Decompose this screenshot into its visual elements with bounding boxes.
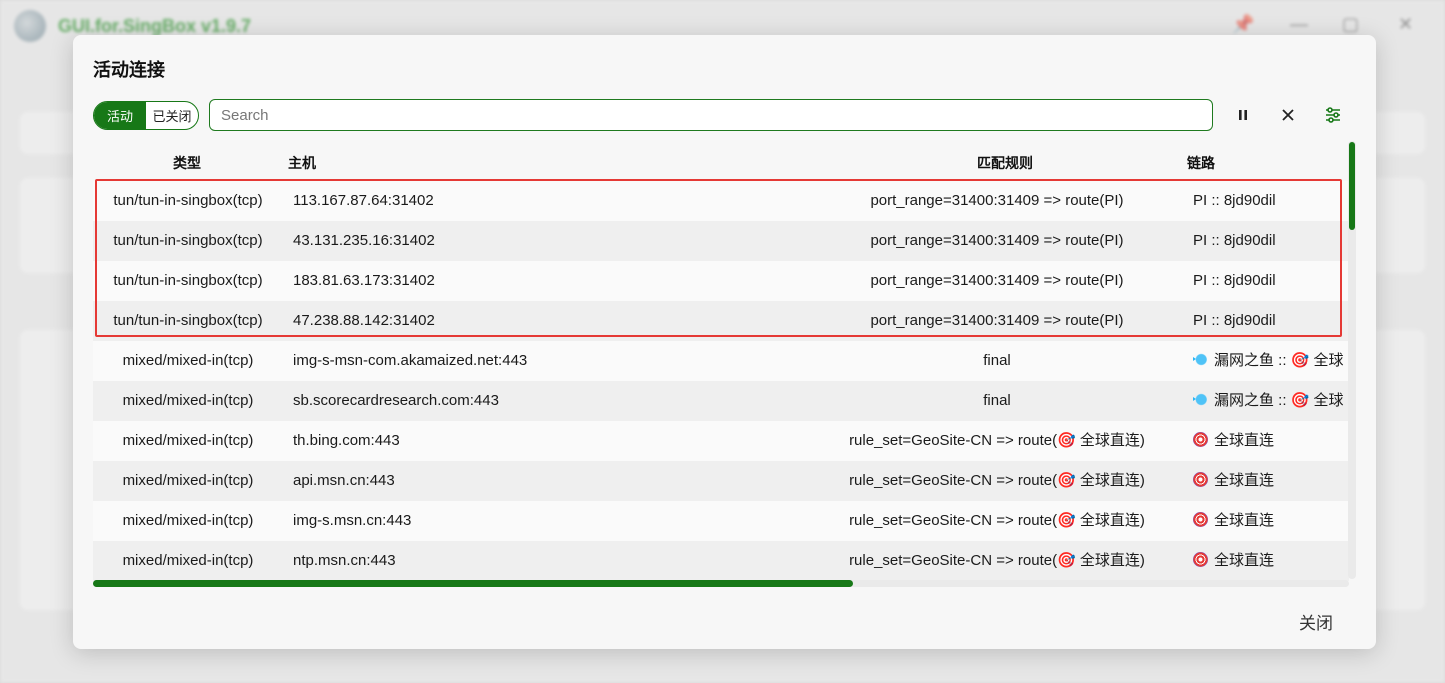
pin-icon[interactable]: 📌 bbox=[1232, 14, 1254, 35]
cell-rule: port_range=31400:31409 => route(PI) bbox=[870, 312, 1124, 329]
chain-label: 全球直连 bbox=[1214, 552, 1275, 569]
header-type[interactable]: 类型 bbox=[173, 153, 201, 173]
vertical-scrollbar-thumb[interactable] bbox=[1349, 142, 1355, 230]
cell-host: 47.238.88.142:31402 bbox=[293, 312, 435, 329]
fish-icon bbox=[1193, 352, 1208, 367]
table-row[interactable]: mixed/mixed-in(tcp) sb.scorecardresearch.… bbox=[93, 381, 1349, 421]
table-row[interactable]: mixed/mixed-in(tcp) api.msn.cn:443 rule_se… bbox=[93, 461, 1349, 501]
cell-chain: PI :: 8jd90dil bbox=[1193, 301, 1349, 341]
cell-rule: rule_set=GeoSite-CN => route(🎯 全球直连) bbox=[849, 552, 1145, 569]
cell-chain: 全球直连 bbox=[1193, 421, 1349, 461]
chain-label: 漏网之鱼 :: 🎯 全球 bbox=[1214, 352, 1344, 369]
table-row[interactable]: tun/tun-in-singbox(tcp) 113.167.87.64:314… bbox=[93, 181, 1349, 221]
cell-host: ntp.msn.cn:443 bbox=[293, 552, 396, 569]
cell-chain: 漏网之鱼 :: 🎯 全球 bbox=[1193, 341, 1349, 381]
cell-chain: PI :: 8jd90dil bbox=[1193, 181, 1349, 221]
table-row[interactable]: mixed/mixed-in(tcp) ntp.msn.cn:443 rule_se… bbox=[93, 541, 1349, 581]
cell-chain: 全球直连 bbox=[1193, 461, 1349, 501]
cell-type: tun/tun-in-singbox(tcp) bbox=[113, 232, 263, 249]
header-host[interactable]: 主机 bbox=[288, 153, 316, 173]
cell-chain: 漏网之鱼 :: 🎯 全球 bbox=[1193, 381, 1349, 421]
search-input[interactable] bbox=[209, 99, 1213, 131]
cell-host: sb.scorecardresearch.com:443 bbox=[293, 392, 499, 409]
table-row[interactable]: mixed/mixed-in(tcp) img-s-msn-com.akamaiz… bbox=[93, 341, 1349, 381]
tab-closed[interactable]: 已关闭 bbox=[146, 102, 198, 129]
pause-icon[interactable] bbox=[1231, 103, 1255, 127]
cell-rule: port_range=31400:31409 => route(PI) bbox=[870, 232, 1124, 249]
cell-rule: rule_set=GeoSite-CN => route(🎯 全球直连) bbox=[849, 432, 1145, 449]
table-row[interactable]: tun/tun-in-singbox(tcp) 47.238.88.142:314… bbox=[93, 301, 1349, 341]
cell-host: api.msn.cn:443 bbox=[293, 472, 395, 489]
minimize-icon[interactable]: — bbox=[1290, 14, 1308, 35]
window-close-icon[interactable]: ✕ bbox=[1398, 14, 1413, 35]
chain-label: 漏网之鱼 :: 🎯 全球 bbox=[1214, 392, 1344, 409]
chain-label: 全球直连 bbox=[1214, 472, 1275, 489]
cell-host: img-s-msn-com.akamaized.net:443 bbox=[293, 352, 528, 369]
app-title: GUI.for.SingBox v1.9.7 bbox=[58, 16, 252, 36]
cell-host: th.bing.com:443 bbox=[293, 432, 400, 449]
horizontal-scrollbar-thumb[interactable] bbox=[93, 580, 853, 587]
cell-type: tun/tun-in-singbox(tcp) bbox=[113, 312, 263, 329]
connection-state-toggle: 活动 已关闭 bbox=[93, 101, 199, 130]
cell-rule: port_range=31400:31409 => route(PI) bbox=[870, 192, 1124, 209]
chain-label: PI :: 8jd90dil bbox=[1193, 312, 1276, 329]
cell-type: mixed/mixed-in(tcp) bbox=[122, 472, 254, 489]
cell-chain: 全球直连 bbox=[1193, 501, 1349, 541]
cell-rule: rule_set=GeoSite-CN => route(🎯 全球直连) bbox=[849, 472, 1145, 489]
table-row[interactable]: tun/tun-in-singbox(tcp) 43.131.235.16:314… bbox=[93, 221, 1349, 261]
close-button[interactable]: 关闭 bbox=[1289, 605, 1343, 638]
table-row[interactable]: mixed/mixed-in(tcp) th.bing.com:443 rule_s… bbox=[93, 421, 1349, 461]
close-icon[interactable] bbox=[1276, 103, 1300, 127]
maximize-icon[interactable]: ▢ bbox=[1342, 14, 1359, 35]
cell-host: 43.131.235.16:31402 bbox=[293, 232, 435, 249]
target-icon bbox=[1193, 552, 1208, 567]
target-icon bbox=[1193, 432, 1208, 447]
cell-chain: PI :: 8jd90dil bbox=[1193, 261, 1349, 301]
fish-icon bbox=[1193, 392, 1208, 407]
connections-table: 类型 主机 匹配规则 链路 tun/tun-in-singbox(tcp) 113… bbox=[93, 141, 1349, 581]
chain-label: PI :: 8jd90dil bbox=[1193, 192, 1276, 209]
cell-host: 183.81.63.173:31402 bbox=[293, 272, 435, 289]
app-logo-icon bbox=[14, 10, 46, 42]
target-icon bbox=[1193, 472, 1208, 487]
cell-chain: PI :: 8jd90dil bbox=[1193, 221, 1349, 261]
cell-type: tun/tun-in-singbox(tcp) bbox=[113, 192, 263, 209]
table-row[interactable]: mixed/mixed-in(tcp) img-s.msn.cn:443 rule_… bbox=[93, 501, 1349, 541]
tab-active[interactable]: 活动 bbox=[94, 102, 146, 129]
cell-type: mixed/mixed-in(tcp) bbox=[122, 432, 254, 449]
chain-label: 全球直连 bbox=[1214, 512, 1275, 529]
cell-type: tun/tun-in-singbox(tcp) bbox=[113, 272, 263, 289]
header-chain[interactable]: 链路 bbox=[1187, 153, 1215, 173]
cell-type: mixed/mixed-in(tcp) bbox=[122, 512, 254, 529]
header-rule[interactable]: 匹配规则 bbox=[977, 153, 1033, 173]
cell-host: 113.167.87.64:31402 bbox=[293, 192, 434, 209]
active-connections-dialog: 活动连接 活动 已关闭 类型 主机 匹配规则 链路 tun/tun-in-sin… bbox=[73, 35, 1376, 649]
cell-rule: rule_set=GeoSite-CN => route(🎯 全球直连) bbox=[849, 512, 1145, 529]
cell-type: mixed/mixed-in(tcp) bbox=[122, 552, 254, 569]
cell-type: mixed/mixed-in(tcp) bbox=[122, 352, 254, 369]
table-header: 类型 主机 匹配规则 链路 bbox=[93, 141, 1349, 181]
cell-rule: final bbox=[983, 392, 1011, 409]
cell-type: mixed/mixed-in(tcp) bbox=[122, 392, 254, 409]
chain-label: PI :: 8jd90dil bbox=[1193, 232, 1276, 249]
cell-host: img-s.msn.cn:443 bbox=[293, 512, 412, 529]
target-icon bbox=[1193, 512, 1208, 527]
cell-chain: 全球直连 bbox=[1193, 541, 1349, 581]
table-row[interactable]: tun/tun-in-singbox(tcp) 183.81.63.173:314… bbox=[93, 261, 1349, 301]
chain-label: PI :: 8jd90dil bbox=[1193, 272, 1276, 289]
cell-rule: final bbox=[983, 352, 1011, 369]
sliders-icon[interactable] bbox=[1321, 103, 1345, 127]
dialog-title: 活动连接 bbox=[93, 60, 165, 80]
chain-label: 全球直连 bbox=[1214, 432, 1275, 449]
cell-rule: port_range=31400:31409 => route(PI) bbox=[870, 272, 1124, 289]
